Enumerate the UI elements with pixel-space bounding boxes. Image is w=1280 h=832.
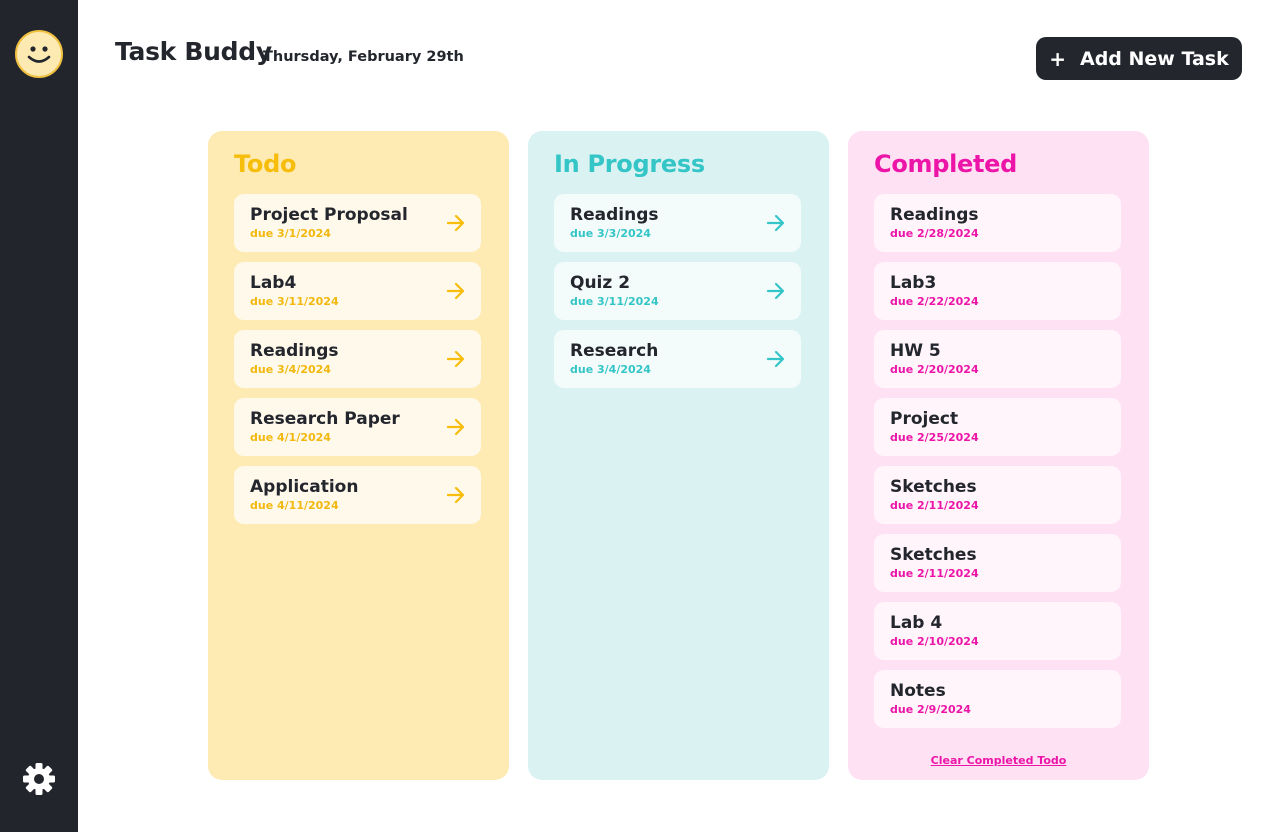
add-new-task-button[interactable]: + Add New Task <box>1036 37 1242 80</box>
task-card[interactable]: Readings due 3/3/2024 <box>554 194 801 252</box>
task-due-date: due 3/11/2024 <box>570 295 659 308</box>
task-due-date: due 2/10/2024 <box>890 635 979 648</box>
task-title: Sketches <box>890 545 977 565</box>
task-card[interactable]: Lab3 due 2/22/2024 <box>874 262 1121 320</box>
column-title-todo: Todo <box>234 150 297 178</box>
task-title: Lab3 <box>890 273 937 293</box>
task-due-date: due 3/1/2024 <box>250 227 331 240</box>
column-completed: Completed Readings due 2/28/2024 Lab3 du… <box>848 131 1149 780</box>
task-title: Project <box>890 409 959 429</box>
plus-icon: + <box>1049 46 1066 71</box>
task-due-date: due 2/20/2024 <box>890 363 979 376</box>
arrow-right-icon[interactable] <box>446 282 466 300</box>
arrow-right-icon[interactable] <box>446 214 466 232</box>
add-new-task-label: Add New Task <box>1080 47 1229 70</box>
app-title: Task Buddy <box>115 37 272 66</box>
task-due-date: due 2/9/2024 <box>890 703 971 716</box>
task-due-date: due 4/11/2024 <box>250 499 339 512</box>
task-card[interactable]: Research Paper due 4/1/2024 <box>234 398 481 456</box>
task-title: Readings <box>570 205 659 225</box>
task-card[interactable]: Sketches due 2/11/2024 <box>874 466 1121 524</box>
task-due-date: due 3/4/2024 <box>250 363 331 376</box>
task-card[interactable]: Quiz 2 due 3/11/2024 <box>554 262 801 320</box>
arrow-right-icon[interactable] <box>446 418 466 436</box>
task-title: Readings <box>890 205 979 225</box>
task-card[interactable]: Notes due 2/9/2024 <box>874 670 1121 728</box>
task-card[interactable]: Application due 4/11/2024 <box>234 466 481 524</box>
task-title: Notes <box>890 681 946 701</box>
gear-icon[interactable] <box>21 761 57 797</box>
task-title: HW 5 <box>890 341 941 361</box>
arrow-right-icon[interactable] <box>446 350 466 368</box>
task-due-date: due 2/22/2024 <box>890 295 979 308</box>
task-card[interactable]: Readings due 2/28/2024 <box>874 194 1121 252</box>
task-title: Quiz 2 <box>570 273 631 293</box>
task-card[interactable]: Research due 3/4/2024 <box>554 330 801 388</box>
current-date: Thursday, February 29th <box>263 49 464 65</box>
task-card[interactable]: Project due 2/25/2024 <box>874 398 1121 456</box>
column-in-progress: In Progress Readings due 3/3/2024 Quiz 2… <box>528 131 829 780</box>
sidebar <box>0 0 78 832</box>
task-card[interactable]: Lab 4 due 2/10/2024 <box>874 602 1121 660</box>
task-title: Project Proposal <box>250 205 408 225</box>
task-title: Research Paper <box>250 409 400 429</box>
task-title: Lab4 <box>250 273 297 293</box>
task-card[interactable]: Lab4 due 3/11/2024 <box>234 262 481 320</box>
column-title-in-progress: In Progress <box>554 150 705 178</box>
arrow-right-icon[interactable] <box>766 214 786 232</box>
arrow-right-icon[interactable] <box>446 486 466 504</box>
smiley-face-icon[interactable] <box>15 30 63 78</box>
task-card[interactable]: Project Proposal due 3/1/2024 <box>234 194 481 252</box>
task-due-date: due 2/25/2024 <box>890 431 979 444</box>
arrow-right-icon[interactable] <box>766 282 786 300</box>
task-title: Application <box>250 477 359 497</box>
arrow-right-icon[interactable] <box>766 350 786 368</box>
task-card[interactable]: HW 5 due 2/20/2024 <box>874 330 1121 388</box>
task-title: Research <box>570 341 659 361</box>
clear-completed-link[interactable]: Clear Completed Todo <box>848 754 1149 767</box>
task-due-date: due 4/1/2024 <box>250 431 331 444</box>
task-title: Readings <box>250 341 339 361</box>
task-due-date: due 2/11/2024 <box>890 499 979 512</box>
task-title: Lab 4 <box>890 613 943 633</box>
task-card[interactable]: Sketches due 2/11/2024 <box>874 534 1121 592</box>
column-title-completed: Completed <box>874 150 1018 178</box>
task-due-date: due 3/11/2024 <box>250 295 339 308</box>
task-due-date: due 3/4/2024 <box>570 363 651 376</box>
column-todo: Todo Project Proposal due 3/1/2024 Lab4 … <box>208 131 509 780</box>
task-title: Sketches <box>890 477 977 497</box>
task-due-date: due 2/28/2024 <box>890 227 979 240</box>
task-due-date: due 2/11/2024 <box>890 567 979 580</box>
task-card[interactable]: Readings due 3/4/2024 <box>234 330 481 388</box>
task-due-date: due 3/3/2024 <box>570 227 651 240</box>
